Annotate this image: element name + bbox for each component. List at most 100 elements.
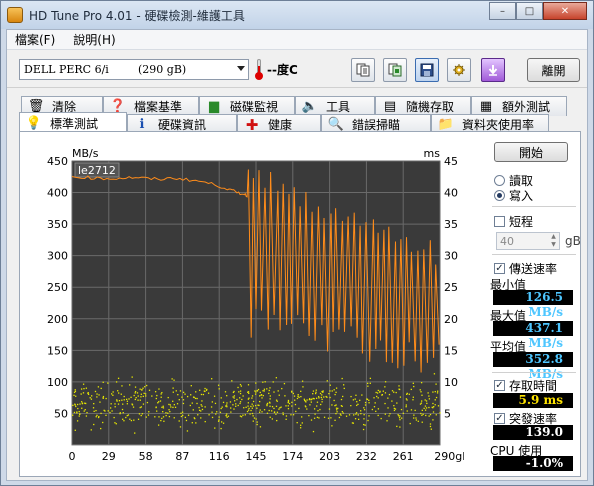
access-time-checkbox[interactable]: ✓ 存取時間 [494,377,557,394]
access-time-point [367,382,369,385]
access-time-point [410,388,412,391]
save-button[interactable] [415,58,439,82]
tab-tools[interactable]: 🔈 工具 [295,96,375,116]
access-time-point [334,419,336,421]
tab-random-access[interactable]: ▤ 隨機存取 [375,96,471,116]
main-window: HD Tune Pro 4.01 - 硬碟檢測-維護工具 – □ ✕ 檔案(F)… [0,0,594,486]
access-time-point [109,411,111,414]
access-time-point [417,420,419,422]
options-button[interactable] [447,58,471,82]
access-time-point [297,395,299,397]
burst-rate-value: 139.0 MB/s [493,425,573,454]
access-time-point [318,417,320,419]
access-time-point [230,411,232,413]
access-time-point [139,399,141,401]
access-time-point [393,409,396,412]
access-time-point [266,404,268,407]
access-time-point [94,390,97,393]
access-time-point [116,399,118,401]
tab-extra-tests[interactable]: ▦ 額外測試 [471,96,567,116]
access-time-point [428,398,431,400]
app-icon[interactable] [7,7,23,23]
x-tick-label: 203 [319,450,340,463]
menu-file[interactable]: 檔案(F) [15,31,55,48]
tab-random-access-label: 隨機存取 [406,100,455,114]
access-time-point [308,414,310,417]
menu-help[interactable]: 說明(H) [73,31,115,48]
access-time-point [222,401,225,404]
access-time-point [357,414,359,416]
access-time-point [291,405,293,407]
access-time-point [217,420,220,422]
copy-text-button[interactable] [351,58,375,82]
access-time-point [426,402,428,405]
update-button[interactable] [481,58,505,82]
access-time-point [159,400,162,402]
access-time-point [248,392,250,394]
maximize-button[interactable]: □ [516,2,543,20]
access-time-point [262,394,264,397]
access-time-point [140,406,143,408]
write-radio[interactable]: 寫入 [494,187,533,204]
access-time-point [420,391,422,393]
transfer-rate-checkbox[interactable]: ✓ 傳送速率 [494,260,557,277]
access-time-point [368,415,370,417]
access-time-check: ✓ [494,380,505,391]
access-time-point [394,408,397,410]
access-time-point [100,387,102,390]
access-time-point [356,404,358,407]
access-time-point [283,382,286,385]
access-time-point [197,414,199,416]
access-time-point [198,409,201,412]
minimize-button[interactable]: – [489,2,516,20]
min-value: 126.5 MB/s [493,290,573,319]
spin-down-icon[interactable]: ▼ [548,241,559,249]
access-time-point [399,426,401,428]
copy-screenshot-button[interactable] [383,58,407,82]
access-time-point [230,407,232,409]
access-time-point [104,410,106,412]
access-time-point [425,400,428,402]
start-button[interactable]: 開始 [494,142,568,162]
access-time-point [218,419,220,421]
access-time-point [146,384,148,387]
access-time-point [400,408,403,411]
access-time-point [252,420,254,422]
access-time-point [381,393,383,396]
access-time-point [336,409,338,411]
short-stroke-size-input[interactable]: 40 ▲ ▼ [496,232,560,250]
access-time-point [321,398,323,400]
access-time-point [172,387,174,389]
access-time-point [129,418,131,420]
access-time-point [107,410,109,412]
access-time-point [225,405,227,407]
access-time-point [273,411,276,413]
exit-button[interactable]: 離開 [527,58,580,82]
short-stroke-checkbox[interactable]: 短程 [494,213,533,230]
access-time-point [294,399,296,401]
access-time-point [87,392,89,394]
tab-disk-monitor[interactable]: ▆ 磁碟監視 [199,96,295,116]
access-time-point [145,416,147,418]
access-time-point [386,420,388,422]
access-time-point [424,405,427,407]
access-time-point [192,409,194,411]
close-button[interactable]: ✕ [543,2,587,20]
access-time-point [105,414,107,417]
access-time-point [257,388,260,391]
access-time-point [161,417,163,420]
drive-dropdown[interactable]: DELL PERC 6/i (290 gB) [19,59,249,80]
access-time-point [282,412,284,414]
access-time-point [406,410,408,412]
extra-tests-icon: ▦ [479,99,493,114]
access-time-point [334,393,336,396]
access-time-point [252,415,254,417]
access-time-point [138,413,141,415]
spin-up-icon[interactable]: ▲ [548,233,559,241]
window-title: HD Tune Pro 4.01 - 硬碟檢測-維護工具 [29,9,245,23]
y-left-tick-label: 350 [47,218,68,231]
right-axis-unit: ms [424,147,441,160]
short-stroke-value: 40 [500,235,514,248]
title-bar[interactable]: HD Tune Pro 4.01 - 硬碟檢測-維護工具 – □ ✕ [1,1,593,29]
access-time-point [425,414,427,417]
